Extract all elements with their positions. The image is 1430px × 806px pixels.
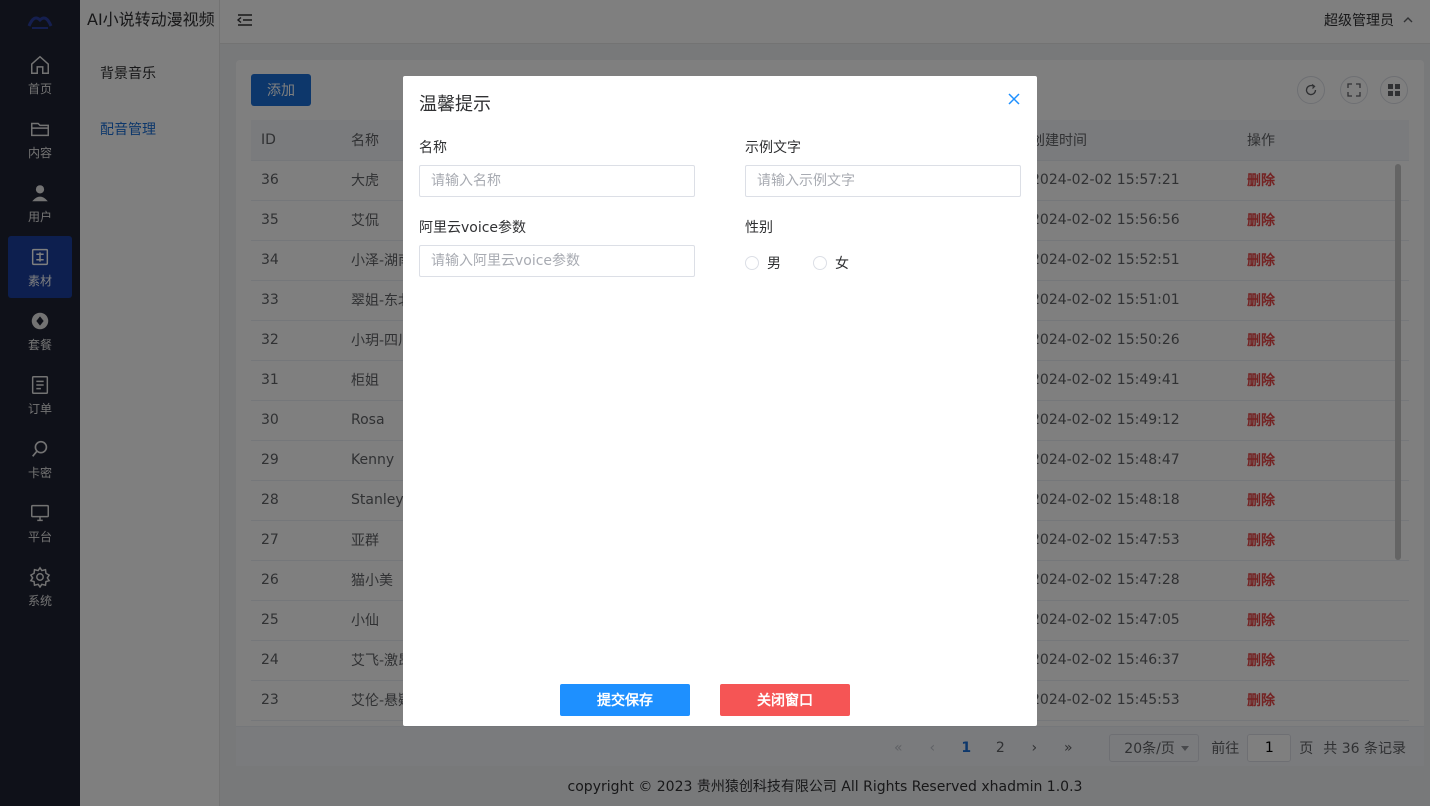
close-icon[interactable] xyxy=(1007,92,1021,106)
voice-param-label: 阿里云voice参数 xyxy=(419,220,527,236)
dialog-title: 温馨提示 xyxy=(419,94,491,115)
radio-circle xyxy=(745,256,759,270)
close-window-button[interactable]: 关闭窗口 xyxy=(720,684,850,716)
radio-circle xyxy=(813,256,827,270)
radio-label: 男 xyxy=(767,256,781,272)
add-voice-dialog: 温馨提示 名称 示例文字 阿里云voice参数 性别 男 女 提交保存 关闭窗口 xyxy=(403,76,1037,726)
submit-save-button[interactable]: 提交保存 xyxy=(560,684,690,716)
name-input[interactable] xyxy=(419,165,695,197)
gender-radio-female[interactable]: 女 xyxy=(813,253,849,273)
radio-label: 女 xyxy=(835,256,849,272)
name-label: 名称 xyxy=(419,140,447,156)
gender-radio-male[interactable]: 男 xyxy=(745,253,781,273)
sample-text-label: 示例文字 xyxy=(745,140,801,156)
sample-text-input[interactable] xyxy=(745,165,1021,197)
gender-label: 性别 xyxy=(745,220,773,236)
voice-param-input[interactable] xyxy=(419,245,695,277)
